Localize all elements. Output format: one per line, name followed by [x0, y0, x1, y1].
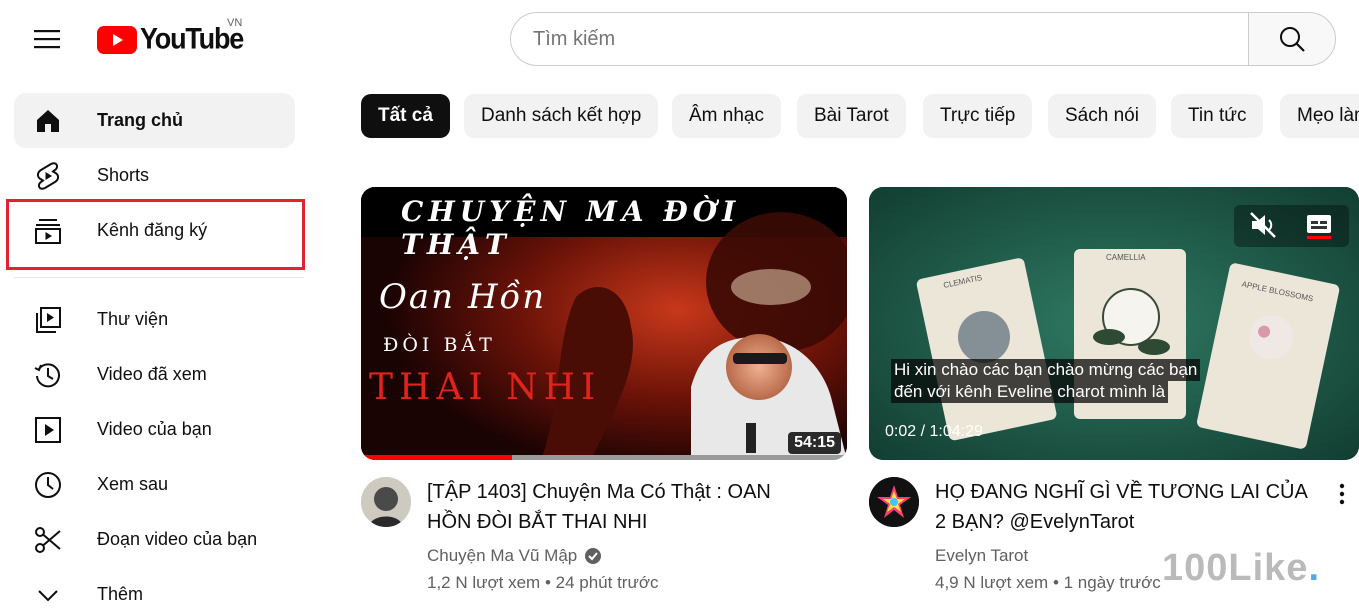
your-videos-icon: [32, 414, 64, 446]
caption-line-2: đến với kênh Eveline charot mình là: [891, 381, 1169, 403]
clips-icon: [32, 524, 64, 556]
menu-button[interactable]: [26, 18, 68, 60]
search-input[interactable]: [510, 12, 1248, 66]
sidebar-item-label: Thư viện: [97, 309, 169, 329]
sidebar-item-label: Đoạn video của bạn: [97, 529, 258, 549]
more-actions-button[interactable]: [1332, 480, 1352, 508]
sidebar-item-label: Thêm: [97, 584, 144, 604]
chip-tarot[interactable]: Bài Tarot: [797, 94, 906, 138]
card-label-2: CAMELLIA: [1106, 253, 1146, 262]
sidebar-item-label: Xem sau: [97, 474, 169, 494]
sidebar-item-clips[interactable]: Đoạn video của bạn: [14, 512, 295, 567]
channel-avatar[interactable]: [869, 477, 919, 527]
thumbnail-heading: CHUYỆN MA ĐỜI THẬT: [401, 195, 741, 261]
chip-live[interactable]: Trực tiếp: [923, 94, 1033, 138]
preview-art: [869, 187, 1359, 460]
shorts-icon: [32, 160, 64, 192]
search-button[interactable]: [1248, 12, 1336, 66]
sidebar-item-label: Trang chủ: [97, 110, 184, 130]
channel-avatar[interactable]: [361, 477, 411, 527]
thumbnail-line-1: Oan Hồn: [379, 277, 547, 317]
avatar-portrait: [361, 477, 411, 527]
chip-music[interactable]: Âm nhạc: [672, 94, 781, 138]
video-meta: 4,9 N lượt xem • 1 ngày trước: [935, 573, 1161, 592]
verified-badge-icon: [585, 548, 602, 564]
video-title[interactable]: [TẬP 1403] Chuyện Ma Có Thật : OAN HỒN Đ…: [427, 477, 807, 537]
history-icon: [32, 359, 64, 391]
kebab-menu-icon: [1339, 483, 1345, 505]
highlight-box: [6, 199, 305, 270]
sidebar-item-library[interactable]: Thư viện: [14, 292, 295, 347]
sidebar-item-label: Video đã xem: [97, 364, 207, 384]
sidebar-item-label: Shorts: [97, 165, 150, 185]
sidebar-item-more[interactable]: Thêm: [14, 567, 295, 615]
mute-button[interactable]: [1247, 209, 1279, 241]
caption-overlay: Hi xin chào các bạn chào mừng các bạn đế…: [891, 359, 1201, 403]
preview-timecode: 0:02 / 1:04:29: [885, 423, 983, 440]
search-bar: [510, 12, 1336, 66]
hamburger-icon: [34, 30, 60, 49]
sidebar-item-shorts[interactable]: Shorts: [14, 148, 295, 203]
sidebar-item-your-videos[interactable]: Video của bạn: [14, 402, 295, 457]
sidebar-item-home[interactable]: Trang chủ: [14, 93, 295, 148]
thumbnail-line-2: ĐÒI BẮT: [383, 334, 496, 356]
sidebar-item-watch-later[interactable]: Xem sau: [14, 457, 295, 512]
chip-mixes[interactable]: Danh sách kết hợp: [464, 94, 659, 138]
country-code: VN: [227, 17, 243, 29]
avatar-star-logo: [869, 477, 919, 527]
home-icon: [32, 105, 64, 137]
thumbnail-line-3: THAI NHI: [369, 367, 602, 408]
video-meta: 1,2 N lượt xem • 24 phút trước: [427, 573, 659, 592]
watermark-dot: .: [1308, 547, 1321, 589]
youtube-logo[interactable]: YouTube: [97, 23, 244, 55]
channel-name-row: Evelyn Tarot: [935, 546, 1028, 566]
subtitles-button[interactable]: [1303, 209, 1335, 241]
chip-news[interactable]: Tin tức: [1171, 94, 1264, 138]
chevron-down-icon: [32, 579, 64, 611]
category-chips: Tất cả Danh sách kết hợp Âm nhạc Bài Tar…: [361, 94, 1359, 138]
sidebar-divider: [14, 277, 304, 278]
channel-name-row: Chuyện Ma Vũ Mập: [427, 546, 602, 566]
video-thumbnail[interactable]: CHUYỆN MA ĐỜI THẬT Oan Hồn ĐÒI BẮT THAI …: [361, 187, 847, 460]
watermark: 100Like.: [1162, 547, 1320, 590]
library-icon: [32, 304, 64, 336]
video-title[interactable]: HỌ ĐANG NGHĨ GÌ VỀ TƯƠNG LAI CỦA 2 BẠN? …: [935, 477, 1315, 537]
video-preview[interactable]: CLEMATIS CAMELLIA APPLE BLOSSOMS Hi xin …: [869, 187, 1359, 460]
chip-audiobooks[interactable]: Sách nói: [1048, 94, 1156, 138]
video-duration: 54:15: [788, 432, 841, 454]
caption-line-1: Hi xin chào các bạn chào mừng các bạn: [891, 359, 1201, 381]
watermark-text: 100Like: [1162, 547, 1309, 589]
chip-all[interactable]: Tất cả: [361, 94, 450, 138]
channel-name[interactable]: Chuyện Ma Vũ Mập: [427, 546, 577, 566]
watch-later-icon: [32, 469, 64, 501]
sidebar-item-label: Video của bạn: [97, 419, 212, 439]
sidebar-item-history[interactable]: Video đã xem: [14, 347, 295, 402]
volume-muted-icon: [1250, 212, 1276, 238]
subtitles-icon: [1307, 215, 1331, 239]
youtube-play-logo-icon: [97, 25, 137, 54]
channel-name[interactable]: Evelyn Tarot: [935, 546, 1028, 566]
search-icon: [1280, 27, 1305, 52]
watch-progress-fill: [361, 455, 512, 460]
chip-tips[interactable]: Mẹo làm: [1280, 94, 1359, 138]
